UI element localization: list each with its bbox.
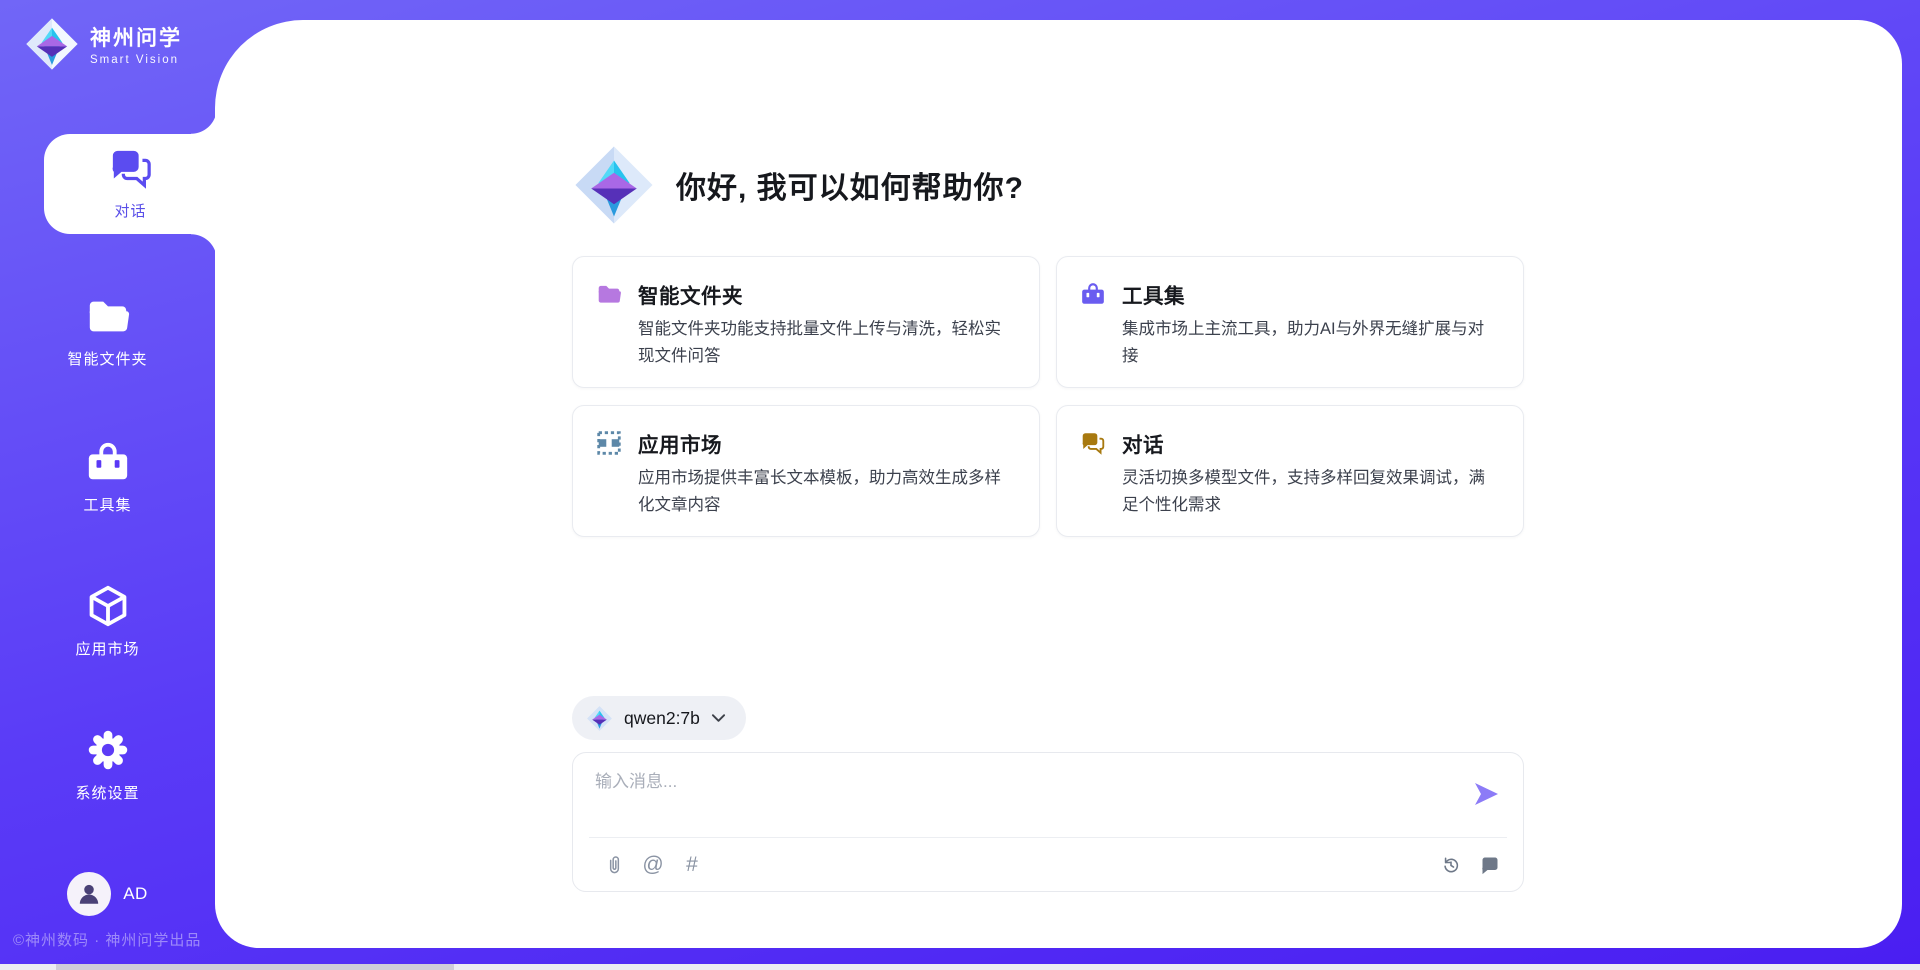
card-title: 工具集	[1122, 279, 1185, 309]
history-icon[interactable]	[1440, 853, 1462, 877]
toolbox-icon	[85, 441, 131, 483]
app-window: 神州问学 Smart Vision 对话 智能文件夹	[0, 0, 1920, 970]
folder-icon	[85, 295, 131, 337]
greeting-title: 你好, 我可以如何帮助你?	[676, 163, 1024, 207]
sidebar-item-smart-folder[interactable]: 智能文件夹	[0, 295, 215, 369]
message-composer: @ #	[572, 752, 1524, 892]
brand-name: 神州问学	[90, 22, 182, 52]
toolbox-icon	[1080, 281, 1106, 307]
composer-toolbar: @ #	[573, 838, 1523, 891]
gear-icon	[85, 729, 131, 771]
user-profile[interactable]: AD	[0, 872, 215, 916]
card-description: 智能文件夹功能支持批量文件上传与清洗，轻松实现文件问答	[638, 316, 1013, 370]
message-input[interactable]	[595, 767, 1455, 825]
brand-diamond-icon	[24, 16, 80, 72]
sidebar-item-app-market[interactable]: 应用市场	[0, 585, 215, 659]
sidebar-item-label: 智能文件夹	[0, 348, 215, 369]
main-panel: 你好, 我可以如何帮助你? 智能文件夹 智能文件夹功能支持批量文件上传与清洗，轻…	[215, 20, 1902, 948]
model-name: qwen2:7b	[624, 708, 700, 729]
comment-icon[interactable]	[1479, 853, 1501, 877]
at-mention-icon[interactable]: @	[642, 853, 664, 877]
attachment-icon[interactable]	[603, 853, 625, 877]
card-description: 灵活切换多模型文件，支持多样回复效果调试，满足个性化需求	[1122, 465, 1497, 519]
sidebar-item-chat[interactable]: 对话	[44, 134, 217, 234]
folder-icon	[596, 281, 622, 307]
hash-topic-icon[interactable]: #	[681, 853, 703, 877]
brand-diamond-icon	[586, 705, 613, 732]
card-title: 应用市场	[638, 428, 722, 458]
brand-logo: 神州问学 Smart Vision	[24, 16, 182, 72]
greeting: 你好, 我可以如何帮助你?	[572, 143, 1024, 227]
grid-icon	[596, 430, 622, 456]
chat-icon	[108, 147, 154, 189]
card-title: 智能文件夹	[638, 279, 743, 309]
copyright-text: ©神州数码 · 神州问学出品	[13, 929, 201, 950]
card-description: 应用市场提供丰富长文本模板，助力高效生成多样化文章内容	[638, 465, 1013, 519]
horizontal-scrollbar[interactable]	[0, 964, 1920, 970]
scrollbar-thumb[interactable]	[56, 964, 454, 970]
card-title: 对话	[1122, 428, 1164, 458]
avatar	[67, 872, 111, 916]
sidebar-item-label: 工具集	[0, 494, 215, 515]
chevron-down-icon	[711, 713, 726, 723]
card-app-market[interactable]: 应用市场 应用市场提供丰富长文本模板，助力高效生成多样化文章内容	[572, 405, 1040, 537]
send-button[interactable]	[1471, 779, 1501, 809]
card-chat[interactable]: 对话 灵活切换多模型文件，支持多样回复效果调试，满足个性化需求	[1056, 405, 1524, 537]
chat-icon	[1080, 430, 1106, 456]
send-icon	[1471, 779, 1501, 809]
sidebar: 神州问学 Smart Vision 对话 智能文件夹	[0, 0, 215, 970]
sidebar-item-toolset[interactable]: 工具集	[0, 441, 215, 515]
card-toolset[interactable]: 工具集 集成市场上主流工具，助力AI与外界无缝扩展与对接	[1056, 256, 1524, 388]
sidebar-item-settings[interactable]: 系统设置	[0, 729, 215, 803]
card-smart-folder[interactable]: 智能文件夹 智能文件夹功能支持批量文件上传与清洗，轻松实现文件问答	[572, 256, 1040, 388]
model-selector[interactable]: qwen2:7b	[572, 696, 746, 740]
card-description: 集成市场上主流工具，助力AI与外界无缝扩展与对接	[1122, 316, 1497, 370]
brand-diamond-icon	[572, 143, 656, 227]
sidebar-item-label: 系统设置	[0, 782, 215, 803]
user-initials: AD	[123, 884, 148, 904]
feature-cards: 智能文件夹 智能文件夹功能支持批量文件上传与清洗，轻松实现文件问答 工具集 集成…	[572, 256, 1524, 537]
sidebar-item-label: 对话	[44, 200, 217, 221]
sidebar-item-label: 应用市场	[0, 638, 215, 659]
brand-subtitle: Smart Vision	[90, 54, 182, 66]
person-icon	[76, 881, 102, 907]
cube-icon	[85, 585, 131, 627]
